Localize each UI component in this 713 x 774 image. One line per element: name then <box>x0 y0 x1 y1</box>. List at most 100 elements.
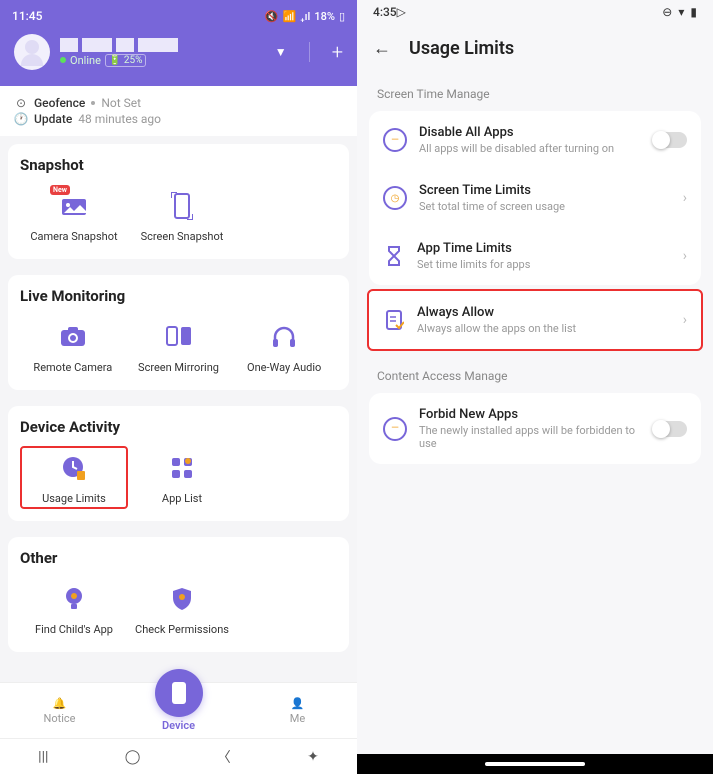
avatar[interactable] <box>14 34 50 70</box>
chevron-right-icon: › <box>683 190 687 206</box>
row-disable-all[interactable]: — Disable All Apps All apps will be disa… <box>369 111 701 169</box>
dnd-icon: ⊖ <box>662 5 672 19</box>
row-app-time-limits[interactable]: App Time Limits Set time limits for apps… <box>369 227 701 285</box>
row-always-allow[interactable]: Always Allow Always allow the apps on th… <box>367 289 703 351</box>
dot-separator <box>91 101 95 105</box>
device-battery: 🔋 25% <box>105 54 147 67</box>
battery-icon: ▯ <box>339 10 345 23</box>
update-label: Update <box>34 112 72 126</box>
profile-status: Online 🔋 25% <box>60 54 265 67</box>
page-title: Usage Limits <box>409 38 514 59</box>
signal-strength: ₊ıl <box>300 10 310 23</box>
remote-camera-icon <box>55 319 91 355</box>
camera-icon: New <box>56 188 92 224</box>
geofence-row[interactable]: ⊙ Geofence Not Set <box>14 96 343 110</box>
battery-icon-r: ▮ <box>690 5 697 19</box>
chevron-right-icon: › <box>683 248 687 264</box>
shield-icon <box>164 581 200 617</box>
softkeys: ||| ◯ 〈 ✦ <box>0 738 357 774</box>
info-strip: ⊙ Geofence Not Set 🕐 Update 48 minutes a… <box>0 86 357 136</box>
nav-notice[interactable]: 🔔 Notice <box>0 697 119 725</box>
profile-name <box>60 38 265 52</box>
bottom-nav: 🔔 Notice Device 👤 Me <box>0 682 357 738</box>
nav-device[interactable]: Device <box>119 689 238 732</box>
disable-all-icon: — <box>383 128 407 152</box>
status-indicators: 🔇 📶 ₊ıl 18% ▯ <box>265 10 345 23</box>
snapshot-title: Snapshot <box>20 156 337 174</box>
toggle-disable-all[interactable] <box>653 132 687 148</box>
geofence-icon: ⊙ <box>14 96 28 110</box>
gesture-bar <box>357 754 713 774</box>
person-icon: 👤 <box>291 697 305 710</box>
wifi-icon: 📶 <box>283 10 297 23</box>
back-arrow-icon[interactable]: ← <box>373 38 391 59</box>
checklist-icon <box>383 309 405 331</box>
headphones-icon <box>266 319 302 355</box>
recents-key[interactable]: ||| <box>38 749 48 765</box>
device-icon <box>155 669 203 717</box>
right-screen: 4:35 ▷ ⊖ ▾ ▮ ← Usage Limits Screen Time … <box>357 0 713 774</box>
status-time-r: 4:35 <box>373 5 397 19</box>
find-app-item[interactable]: Find Child's App <box>20 577 128 640</box>
mute-icon: 🔇 <box>265 10 279 23</box>
status-time: 11:45 <box>12 9 42 23</box>
live-title: Live Monitoring <box>20 287 337 305</box>
section-content-access: Content Access Manage <box>357 355 713 393</box>
screen-time-icon: ◷ <box>383 186 407 210</box>
wifi-icon-r: ▾ <box>678 5 684 19</box>
row-screen-time-limits[interactable]: ◷ Screen Time Limits Set total time of s… <box>369 169 701 227</box>
geofence-label: Geofence <box>34 96 85 110</box>
online-label: Online <box>70 54 101 67</box>
audio-item[interactable]: One-Way Audio <box>231 315 337 378</box>
bell-icon: 🔔 <box>53 697 67 710</box>
app-list-item[interactable]: App List <box>128 446 236 509</box>
clock-icon: 🕐 <box>14 112 28 126</box>
divider <box>309 42 310 62</box>
battery-text: 18% <box>314 10 335 23</box>
new-badge: New <box>50 185 70 195</box>
purple-header: 11:45 🔇 📶 ₊ıl 18% ▯ Online <box>0 0 357 86</box>
mirroring-icon <box>161 319 197 355</box>
remote-camera-item[interactable]: Remote Camera <box>20 315 126 378</box>
settings-card-1: — Disable All Apps All apps will be disa… <box>369 111 701 285</box>
accessibility-key[interactable]: ✦ <box>307 749 319 765</box>
app-list-icon <box>164 450 200 486</box>
toggle-forbid-new[interactable] <box>653 421 687 437</box>
settings-card-2: — Forbid New Apps The newly installed ap… <box>369 393 701 464</box>
update-value: 48 minutes ago <box>78 112 161 126</box>
camera-snapshot-item[interactable]: New Camera Snapshot <box>20 184 128 247</box>
row-forbid-new[interactable]: — Forbid New Apps The newly installed ap… <box>369 393 701 464</box>
other-title: Other <box>20 549 337 567</box>
home-indicator[interactable] <box>485 762 585 766</box>
live-card: Live Monitoring Remote Camera Screen Mir… <box>8 275 349 390</box>
update-row[interactable]: 🕐 Update 48 minutes ago <box>14 112 343 126</box>
screen-mirroring-item[interactable]: Screen Mirroring <box>126 315 232 378</box>
snapshot-card: Snapshot New Camera Snapshot Screen Snap… <box>8 144 349 259</box>
screen-snapshot-item[interactable]: Screen Snapshot <box>128 184 236 247</box>
status-bar-left: 11:45 🔇 📶 ₊ıl 18% ▯ <box>0 4 357 28</box>
profile-row[interactable]: Online 🔋 25% ▼ + <box>0 28 357 76</box>
add-icon[interactable]: + <box>332 40 343 64</box>
screenshot-icon <box>164 188 200 224</box>
chevron-right-icon: › <box>683 312 687 328</box>
back-key[interactable]: 〈 <box>217 747 231 767</box>
lightbulb-icon <box>56 581 92 617</box>
page-header: ← Usage Limits <box>357 24 713 73</box>
other-card: Other Find Child's App Check Permissions <box>8 537 349 652</box>
activity-card: Device Activity Usage Limits App List <box>8 406 349 521</box>
permissions-item[interactable]: Check Permissions <box>128 577 236 640</box>
profile-info: Online 🔋 25% <box>60 38 265 67</box>
activity-title: Device Activity <box>20 418 337 436</box>
geofence-value: Not Set <box>101 96 141 110</box>
usage-limits-item[interactable]: Usage Limits <box>20 446 128 509</box>
home-key[interactable]: ◯ <box>125 749 141 765</box>
chevron-down-icon[interactable]: ▼ <box>275 45 287 59</box>
hourglass-icon <box>383 245 405 267</box>
status-icons-r: ⊖ ▾ ▮ <box>662 5 697 19</box>
nav-me[interactable]: 👤 Me <box>238 697 357 725</box>
forbid-icon: — <box>383 417 407 441</box>
usage-limits-icon <box>56 450 92 486</box>
online-dot-icon <box>60 57 66 63</box>
left-screen: 11:45 🔇 📶 ₊ıl 18% ▯ Online <box>0 0 357 774</box>
status-bar-right: 4:35 ▷ ⊖ ▾ ▮ <box>357 0 713 24</box>
